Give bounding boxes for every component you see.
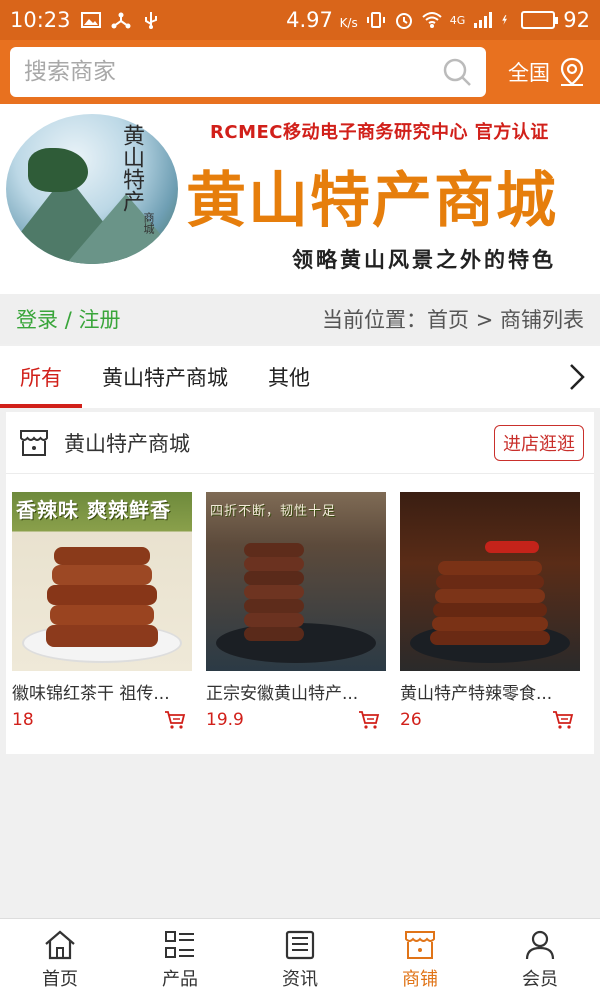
- search-header: 全国: [0, 40, 600, 104]
- nav-news[interactable]: 资讯: [240, 919, 360, 1000]
- nav-member[interactable]: 会员: [480, 919, 600, 1000]
- tab-huangshan-mall[interactable]: 黄山特产商城: [82, 346, 248, 408]
- nav-member-label: 会员: [522, 968, 558, 990]
- nav-products[interactable]: 产品: [120, 919, 240, 1000]
- product-name: 正宗安徽黄山特产...: [206, 684, 359, 704]
- tabs-next-button[interactable]: [554, 346, 600, 408]
- store-name: 黄山特产商城: [64, 431, 190, 456]
- cart-icon[interactable]: [164, 710, 186, 730]
- banner-slogan: 领略黄山风景之外的特色: [292, 248, 556, 272]
- product-price: 19.9: [206, 710, 244, 730]
- store-header: 黄山特产商城 进店逛逛: [6, 412, 594, 474]
- search-icon[interactable]: [442, 57, 472, 87]
- banner-title: 黄山特产商城: [186, 166, 558, 236]
- logo-subtext: 商城: [142, 212, 155, 234]
- product-card[interactable]: 四折不断，韧性十足 正宗安徽黄山特产... 19.9: [206, 492, 386, 730]
- bottom-nav: 首页 产品 资讯 商铺 会员: [0, 918, 600, 1000]
- tab-other[interactable]: 其他: [248, 346, 330, 408]
- region-selector[interactable]: 全国: [508, 57, 590, 87]
- product-image[interactable]: 香辣味 爽辣鲜香: [12, 492, 192, 671]
- product-image[interactable]: [400, 492, 580, 671]
- cart-icon[interactable]: [358, 710, 380, 730]
- wifi-icon: [422, 12, 442, 28]
- nav-stores[interactable]: 商铺: [360, 919, 480, 1000]
- network-type: 4G: [449, 13, 466, 27]
- tab-all[interactable]: 所有: [0, 346, 82, 408]
- product-name: 黄山特产特辣零食...: [400, 684, 553, 704]
- nav-home[interactable]: 首页: [0, 919, 120, 1000]
- separator: /: [64, 308, 72, 332]
- user-icon: [525, 930, 555, 959]
- search-box[interactable]: [10, 47, 486, 97]
- product-price: 26: [400, 710, 422, 730]
- battery-icon: [521, 11, 559, 29]
- banner: 黄山特产 商城 RCMEC移动电子商务研究中心 官方认证 黄山特产商城 领略黄山…: [0, 104, 600, 294]
- login-register: 登录 / 注册: [16, 304, 120, 334]
- clock: 10:23: [10, 8, 71, 32]
- news-icon: [285, 930, 315, 959]
- nav-home-label: 首页: [42, 968, 78, 990]
- product-card[interactable]: 香辣味 爽辣鲜香 徽味锦红茶干 祖传... 18: [12, 492, 192, 730]
- vibrate-icon: [366, 12, 385, 28]
- search-input[interactable]: [24, 59, 442, 85]
- nav-news-label: 资讯: [282, 968, 318, 990]
- certification-text: RCMEC移动电子商务研究中心 官方认证: [210, 122, 549, 143]
- list-icon: [165, 930, 194, 958]
- product-price: 18: [12, 710, 34, 730]
- battery-percent: 92: [563, 8, 590, 32]
- product-image[interactable]: 四折不断，韧性十足: [206, 492, 386, 671]
- status-bar: 10:23 4.97 K/s 4G 92: [0, 0, 600, 40]
- nav-stores-label: 商铺: [402, 968, 438, 990]
- nav-products-label: 产品: [162, 968, 198, 990]
- share-icon: [111, 12, 131, 29]
- cart-icon[interactable]: [552, 710, 574, 730]
- register-link[interactable]: 注册: [78, 308, 120, 332]
- store-icon: [20, 429, 48, 456]
- network-speed: 4.97 K/s: [286, 8, 358, 32]
- logo-text: 黄山特产: [119, 124, 144, 212]
- alarm-icon: [395, 13, 412, 29]
- usb-icon: [144, 12, 157, 29]
- product-name: 徽味锦红茶干 祖传...: [12, 684, 170, 704]
- visit-store-button[interactable]: 进店逛逛: [494, 424, 584, 461]
- location-pin-icon: [560, 57, 584, 86]
- category-tabs: 所有 黄山特产商城 其他: [0, 346, 600, 408]
- signal-icon: [474, 12, 493, 28]
- store-icon: [405, 930, 435, 959]
- breadcrumb: 当前位置：首页 > 商铺列表: [322, 308, 584, 332]
- location-bar: 登录 / 注册 当前位置：首页 > 商铺列表: [0, 294, 600, 344]
- store-card: 黄山特产商城 进店逛逛 香辣味 爽辣鲜香 徽味锦红茶干 祖传... 18 四折不…: [6, 412, 594, 754]
- login-link[interactable]: 登录: [16, 308, 58, 332]
- image-icon: [80, 12, 101, 28]
- charging-icon: [502, 15, 508, 25]
- product-list: 香辣味 爽辣鲜香 徽味锦红茶干 祖传... 18 四折不断，韧性十足 正宗安徽黄…: [12, 492, 580, 730]
- region-label: 全国: [508, 61, 550, 85]
- home-icon: [45, 930, 75, 959]
- product-card[interactable]: 黄山特产特辣零食... 26: [400, 492, 580, 730]
- chevron-right-icon: [570, 364, 585, 390]
- logo-image: [6, 114, 178, 264]
